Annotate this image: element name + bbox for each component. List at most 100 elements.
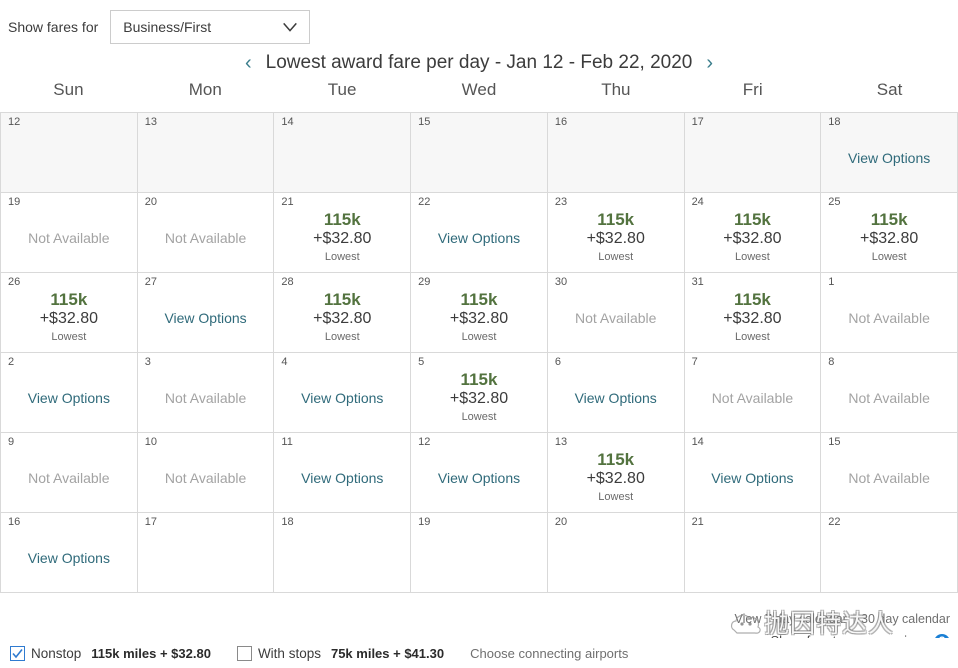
with-stops-checkbox[interactable] xyxy=(236,645,252,661)
day-number: 12 xyxy=(418,436,431,448)
calendar-day-cell[interactable]: 5 115k +$32.80 Lowest xyxy=(411,353,548,433)
calendar-day-cell[interactable]: 11 View Options xyxy=(274,433,412,513)
day-number: 27 xyxy=(144,276,157,288)
calendar-day-cell[interactable]: 22 View Options xyxy=(411,193,548,273)
weekday-header-tue: Tue xyxy=(327,80,357,99)
calendar-day-cell[interactable]: 2 View Options xyxy=(1,353,138,433)
fare-miles: 115k xyxy=(50,289,88,309)
view-options-link[interactable]: View Options xyxy=(711,470,793,486)
day-cell-body xyxy=(138,515,274,592)
next-period-button[interactable]: › xyxy=(692,53,727,73)
nonstop-checkbox[interactable] xyxy=(10,645,25,661)
view-options-link[interactable]: View Options xyxy=(301,390,383,406)
day-cell-body xyxy=(685,115,821,192)
day-cell-body: Not Available xyxy=(821,435,957,512)
day-number: 18 xyxy=(281,516,294,528)
view-options-link[interactable]: View Options xyxy=(28,550,110,566)
day-number: 22 xyxy=(828,516,841,528)
day-number: 23 xyxy=(554,196,568,208)
calendar-day-cell[interactable]: 13 115k +$32.80 Lowest xyxy=(547,433,685,513)
day-cell-body: Not Available xyxy=(548,275,684,352)
calendar-day-cell[interactable]: 21 115k +$32.80 Lowest xyxy=(274,193,412,273)
view-7-day-calendar-link[interactable]: View 7 day calendar xyxy=(734,612,846,626)
fare-cash: +$32.80 xyxy=(449,390,509,408)
calendar-day-cell: 15 xyxy=(411,113,548,193)
day-cell-body xyxy=(685,515,821,592)
view-30-day-calendar-link[interactable]: 30 day calendar xyxy=(861,612,950,626)
day-cell-body: Not Available xyxy=(1,435,137,512)
calendar-day-cell[interactable]: 23 115k +$32.80 Lowest xyxy=(547,193,685,273)
day-cell-body: 115k +$32.80 Lowest xyxy=(274,195,410,272)
day-number: 16 xyxy=(554,116,568,128)
day-number: 4 xyxy=(281,356,288,368)
calendar-day-cell[interactable]: 6 View Options xyxy=(547,353,685,433)
not-available-label: Not Available xyxy=(164,469,247,486)
calendar-day-cell[interactable]: 29 115k +$32.80 Lowest xyxy=(411,273,548,353)
day-number: 6 xyxy=(554,356,561,368)
chevron-down-icon xyxy=(281,18,299,36)
day-number: 28 xyxy=(281,276,294,288)
day-number: 20 xyxy=(554,516,568,528)
nonstop-label: Nonstop xyxy=(31,645,82,661)
calendar-day-cell[interactable]: 12 View Options xyxy=(411,433,548,513)
calendar-day-cell[interactable]: 31 115k +$32.80 Lowest xyxy=(684,273,822,353)
day-cell-body: 115k +$32.80 Lowest xyxy=(274,275,410,352)
prev-period-button[interactable]: ‹ xyxy=(231,53,266,73)
fare-class-select[interactable]: Business/First xyxy=(110,10,311,44)
calendar-day-cell[interactable]: 26 115k +$32.80 Lowest xyxy=(1,273,138,353)
fare-miles: 115k xyxy=(870,209,908,229)
lowest-badge: Lowest xyxy=(461,410,497,423)
view-options-link[interactable]: View Options xyxy=(575,390,657,406)
fare-cash: +$32.80 xyxy=(723,310,782,328)
lowest-badge: Lowest xyxy=(51,330,87,343)
lowest-badge: Lowest xyxy=(598,250,634,263)
choose-connecting-airports-link[interactable]: Choose connecting airports xyxy=(470,646,628,661)
day-cell-body xyxy=(138,115,274,192)
day-number: 14 xyxy=(691,436,704,448)
fare-miles: 115k xyxy=(323,209,361,229)
day-cell-body xyxy=(548,515,684,592)
view-options-link[interactable]: View Options xyxy=(438,230,520,246)
award-fare-calendar-grid: 12 13 14 15 16 17 18 View Options 19 Not Availabl… xyxy=(0,112,958,593)
day-number: 14 xyxy=(281,116,294,128)
day-cell-body: 115k +$32.80 Lowest xyxy=(685,275,821,352)
not-available-label: Not Available xyxy=(711,389,794,406)
day-cell-body: View Options xyxy=(411,435,547,512)
calendar-day-cell: 12 xyxy=(1,113,138,193)
calendar-day-cell[interactable]: 14 View Options xyxy=(684,433,822,513)
calendar-day-cell[interactable]: 27 View Options xyxy=(137,273,275,353)
day-cell-body: View Options xyxy=(411,195,547,272)
show-fares-label: Show fares for xyxy=(8,19,99,35)
calendar-day-cell[interactable]: 28 115k +$32.80 Lowest xyxy=(274,273,412,353)
with-stops-filter-group: With stops 75k miles + $41.30 xyxy=(236,645,470,661)
link-separator: | xyxy=(852,612,856,626)
day-cell-body xyxy=(821,515,957,592)
day-cell-body: Not Available xyxy=(138,195,274,272)
calendar-day-cell[interactable]: 4 View Options xyxy=(274,353,412,433)
calendar-day-cell: 1 Not Available xyxy=(821,273,958,353)
day-cell-body: View Options xyxy=(1,515,137,592)
view-options-link[interactable]: View Options xyxy=(848,150,930,166)
day-number: 31 xyxy=(691,276,704,288)
view-options-link[interactable]: View Options xyxy=(301,470,383,486)
not-available-label: Not Available xyxy=(164,389,247,406)
calendar-day-cell: 16 xyxy=(547,113,685,193)
calendar-day-cell[interactable]: 16 View Options xyxy=(1,513,138,593)
lowest-badge: Lowest xyxy=(598,490,634,503)
calendar-day-cell: 9 Not Available xyxy=(1,433,138,513)
not-available-label: Not Available xyxy=(28,469,110,486)
fare-cash: +$32.80 xyxy=(723,230,782,248)
with-stops-label: With stops xyxy=(257,645,321,661)
calendar-day-cell: 14 xyxy=(274,113,412,193)
fare-cash: +$32.80 xyxy=(39,310,98,328)
view-options-link[interactable]: View Options xyxy=(164,310,246,326)
calendar-day-cell: 22 xyxy=(821,513,958,593)
calendar-day-cell[interactable]: 25 115k +$32.80 Lowest xyxy=(821,193,958,273)
calendar-day-cell[interactable]: 18 View Options xyxy=(821,113,958,193)
day-cell-body: Not Available xyxy=(1,195,137,272)
day-number: 9 xyxy=(8,436,15,448)
calendar-day-cell[interactable]: 24 115k +$32.80 Lowest xyxy=(684,193,822,273)
view-options-link[interactable]: View Options xyxy=(438,470,520,486)
calendar-day-cell: 30 Not Available xyxy=(547,273,685,353)
view-options-link[interactable]: View Options xyxy=(28,390,110,406)
